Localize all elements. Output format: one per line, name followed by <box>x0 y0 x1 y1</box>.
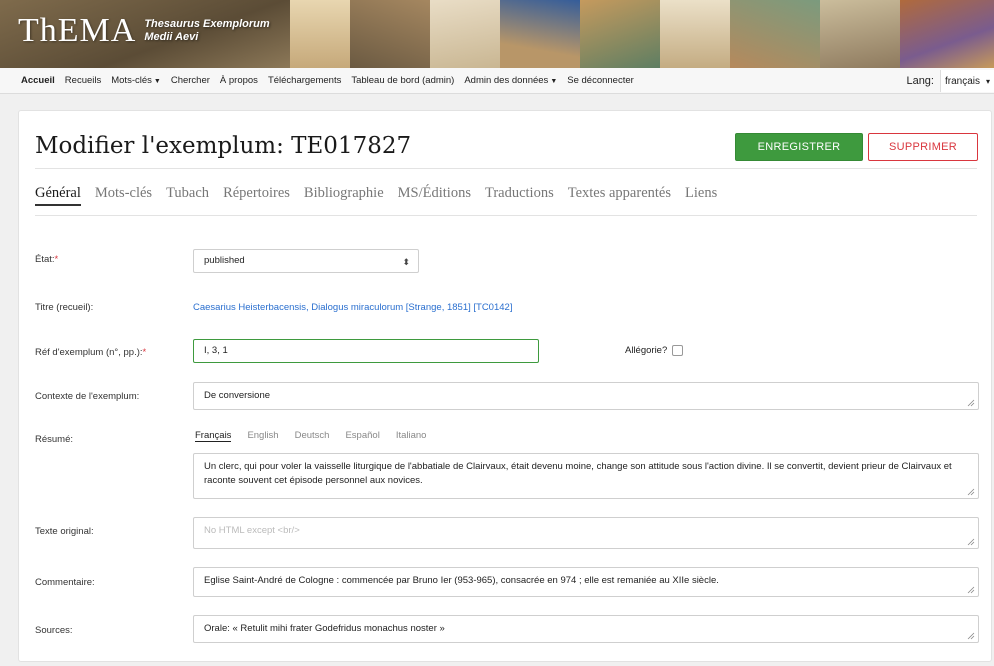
contexte-textarea[interactable]: De conversione <box>193 382 979 410</box>
resume-language-tabs: Français English Deutsch Español Italian… <box>195 430 442 442</box>
nav-accueil[interactable]: Accueil <box>21 75 55 86</box>
divider <box>35 215 977 216</box>
texte-original-label: Texte original: <box>35 526 94 537</box>
resize-handle-icon[interactable] <box>967 632 975 640</box>
resize-handle-icon[interactable] <box>967 488 975 496</box>
sources-label: Sources: <box>35 625 73 636</box>
logo-subtitle: Thesaurus Exemplorum Medii Aevi <box>144 18 270 43</box>
chevron-down-icon: ▼ <box>550 78 558 85</box>
nav-admin-donnees[interactable]: Admin des données ▼ <box>464 75 557 86</box>
chevron-down-icon: ▼ <box>153 78 161 85</box>
etat-label: État:* <box>35 254 59 265</box>
allegorie-checkbox[interactable] <box>672 345 684 356</box>
tab-mots-cles[interactable]: Mots-clés <box>95 185 152 206</box>
resume-textarea[interactable]: Un clerc, qui pour voler la vaisselle li… <box>193 453 979 499</box>
texte-original-textarea[interactable]: No HTML except <br/> <box>193 517 979 549</box>
section-tabs: Général Mots-clés Tubach Répertoires Bib… <box>35 185 731 206</box>
nav-se-deconnecter[interactable]: Se déconnecter <box>567 75 634 86</box>
lang-label: Lang: <box>906 75 934 87</box>
delete-button[interactable]: SUPPRIMER <box>868 133 978 161</box>
commentaire-textarea[interactable]: Eglise Saint-André de Cologne : commencé… <box>193 567 979 597</box>
tab-traductions[interactable]: Traductions <box>485 185 554 206</box>
tab-general[interactable]: Général <box>35 185 81 206</box>
page-title: Modifier l'exemplum: TE017827 <box>35 133 412 159</box>
resize-handle-icon[interactable] <box>967 399 975 407</box>
sources-textarea[interactable]: Orale: « Retulit mihi frater Godefridus … <box>193 615 979 643</box>
nav-chercher[interactable]: Chercher <box>171 75 210 86</box>
chevron-down-icon: ▾ <box>985 76 990 86</box>
lang-tab-english[interactable]: English <box>247 430 278 442</box>
tab-tubach[interactable]: Tubach <box>166 185 209 206</box>
resume-label: Résumé: <box>35 434 74 445</box>
save-button[interactable]: ENREGISTRER <box>735 133 863 161</box>
nav-mots-cles[interactable]: Mots-clés ▼ <box>111 75 161 86</box>
lang-tab-deutsch[interactable]: Deutsch <box>295 430 330 442</box>
nav-a-propos[interactable]: À propos <box>220 75 258 86</box>
allegorie-group: Allégorie? <box>625 345 684 356</box>
select-arrows-icon: ⬍ <box>402 257 410 267</box>
nav-recueils[interactable]: Recueils <box>65 75 101 86</box>
ref-exemplum-input[interactable]: I, 3, 1 <box>193 339 539 363</box>
titre-label: Titre (recueil): <box>35 302 94 313</box>
edit-card: Modifier l'exemplum: TE017827 ENREGISTRE… <box>18 110 992 662</box>
etat-select[interactable]: published ⬍ <box>193 249 419 273</box>
main-navbar: Accueil Recueils Mots-clés ▼ Chercher À p… <box>0 68 994 94</box>
resize-handle-icon[interactable] <box>967 538 975 546</box>
divider <box>35 168 977 169</box>
nav-tableau-de-bord[interactable]: Tableau de bord (admin) <box>351 75 454 86</box>
logo-text: ThEMA <box>18 12 137 49</box>
contexte-label: Contexte de l'exemplum: <box>35 391 140 402</box>
lang-tab-italiano[interactable]: Italiano <box>396 430 427 442</box>
site-logo[interactable]: ThEMA Thesaurus Exemplorum Medii Aevi <box>18 12 270 50</box>
lang-tab-espanol[interactable]: Español <box>345 430 379 442</box>
lang-select[interactable]: français ▾ <box>939 70 994 92</box>
allegorie-label: Allégorie? <box>625 345 668 356</box>
tab-textes-apparentes[interactable]: Textes apparentés <box>568 185 671 206</box>
nav-telechargements[interactable]: Téléchargements <box>268 75 341 86</box>
lang-tab-francais[interactable]: Français <box>195 430 232 442</box>
commentaire-label: Commentaire: <box>35 577 95 588</box>
tab-liens[interactable]: Liens <box>685 185 717 206</box>
tab-repertoires[interactable]: Répertoires <box>223 185 290 206</box>
tab-ms-editions[interactable]: MS/Éditions <box>398 185 471 206</box>
header-banner: ThEMA Thesaurus Exemplorum Medii Aevi <box>0 0 994 68</box>
language-switcher: Lang: français ▾ <box>906 68 994 94</box>
ref-label: Réf d'exemplum (n°, pp.):* <box>35 347 147 358</box>
tab-bibliographie[interactable]: Bibliographie <box>304 185 384 206</box>
titre-recueil-link[interactable]: Caesarius Heisterbacensis, Dialogus mira… <box>193 302 512 313</box>
resize-handle-icon[interactable] <box>967 586 975 594</box>
